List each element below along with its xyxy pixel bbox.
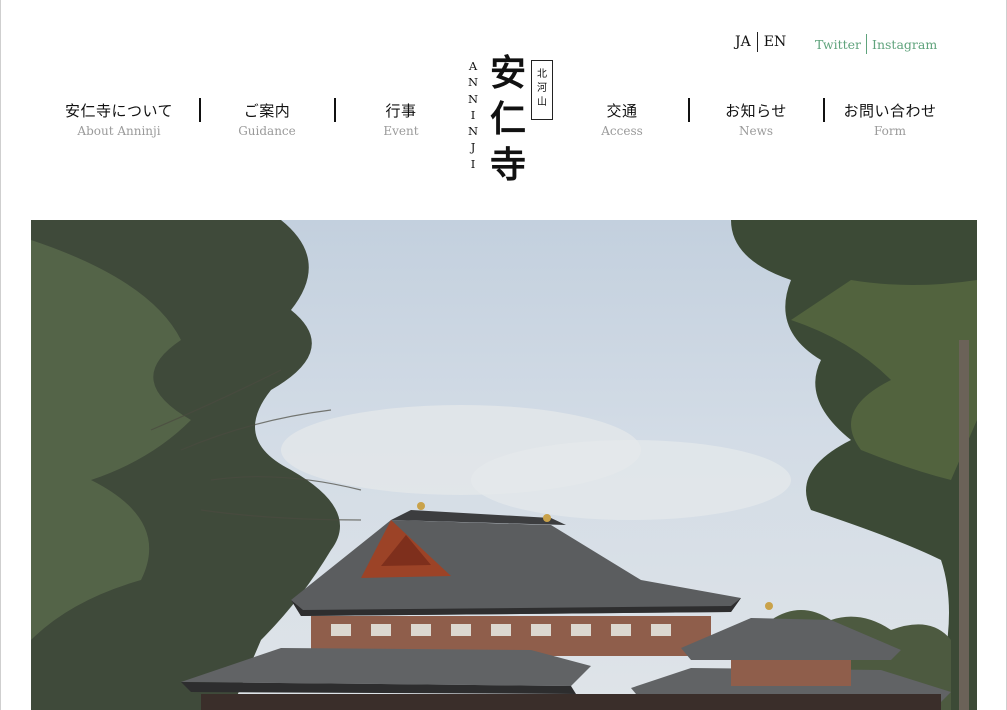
instagram-link[interactable]: Instagram [872, 37, 937, 52]
nav-label-en: Event [383, 124, 419, 138]
nav-label-en: News [738, 124, 774, 138]
nav-label-en: Form [873, 124, 906, 138]
logo-roman-text: A N N I N J I [467, 59, 479, 171]
nav-label-en: Guidance [238, 124, 296, 138]
nav-label-en: About Anninji [77, 124, 161, 138]
nav-label-ja: お知らせ [725, 102, 787, 120]
nav-item-form[interactable]: お問い合わせ Form [830, 100, 950, 138]
nav-item-guidance[interactable]: ご案内 Guidance [207, 100, 327, 138]
social-links: Twitter Instagram [815, 34, 937, 54]
lang-ja-link[interactable]: JA [735, 34, 751, 50]
nav-label-ja: 交通 [606, 102, 638, 120]
twitter-link[interactable]: Twitter [815, 37, 861, 52]
nav-label-ja: ご案内 [243, 102, 291, 120]
site-logo[interactable]: 安 仁 寺 [487, 50, 529, 188]
nav-label-en: Access [601, 124, 643, 138]
nav-label-ja: お問い合わせ [843, 102, 937, 120]
nav-divider [823, 98, 825, 122]
hero-image [31, 220, 977, 710]
lang-en-link[interactable]: EN [764, 34, 786, 50]
social-divider [866, 34, 868, 54]
nav-divider [688, 98, 690, 122]
nav-label-ja: 安仁寺について [64, 102, 174, 120]
nav-item-news[interactable]: お知らせ News [696, 100, 816, 138]
nav-item-access[interactable]: 交通 Access [562, 100, 682, 138]
language-switch: JA EN [735, 32, 786, 52]
nav-item-event[interactable]: 行事 Event [341, 100, 461, 138]
lang-divider [756, 32, 758, 52]
nav-divider [334, 98, 336, 122]
nav-label-ja: 行事 [385, 102, 417, 120]
logo-mountain-name: 北 河 山 [531, 60, 553, 120]
nav-item-about[interactable]: 安仁寺について About Anninji [59, 100, 179, 138]
nav-divider [199, 98, 201, 122]
temple-photo-icon [31, 220, 977, 710]
